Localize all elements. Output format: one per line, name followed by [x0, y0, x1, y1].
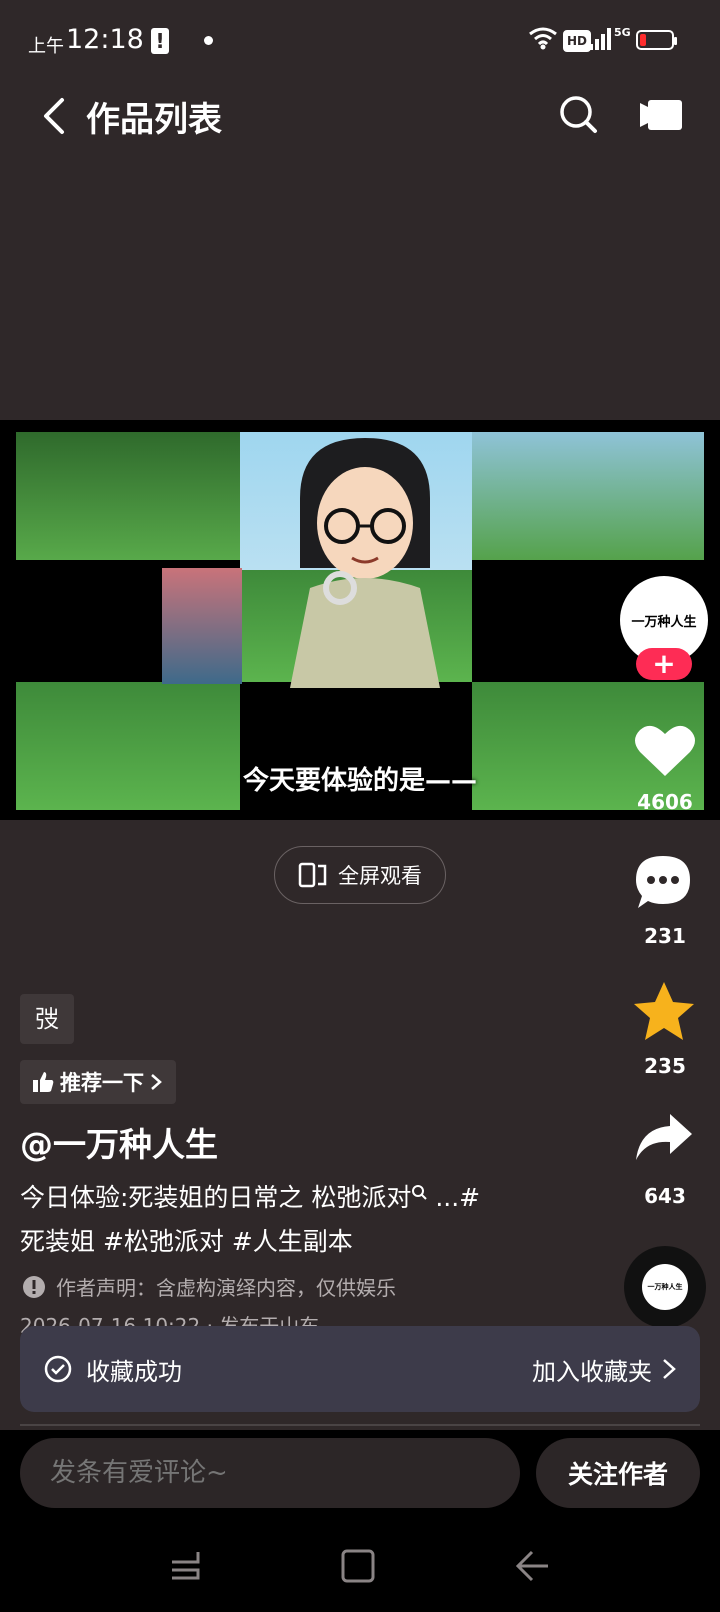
fullscreen-label: 全屏观看: [338, 864, 422, 888]
network-type: 5G: [614, 26, 631, 39]
chevron-right-icon: [663, 1359, 676, 1379]
search-icon[interactable]: [558, 94, 598, 134]
comment-count: 231: [644, 924, 686, 948]
music-disc-label: 一万种人生: [642, 1264, 688, 1310]
fullscreen-button[interactable]: 全屏观看: [274, 846, 446, 904]
video-subtitle: 今天要体验的是——: [242, 766, 477, 796]
info-icon: [23, 1275, 45, 1298]
desc-line1: 今日体验:死装姐的日常之 松弛派对: [20, 1183, 412, 1212]
toast-message: 收藏成功: [86, 1357, 182, 1386]
alert-icon: [151, 28, 169, 54]
favorite-count: 235: [644, 1054, 686, 1078]
music-disc[interactable]: 一万种人生: [624, 1246, 706, 1328]
camera-icon[interactable]: [640, 98, 684, 132]
comment-icon[interactable]: [634, 854, 692, 910]
add-to-folder-button[interactable]: 加入收藏夹: [532, 1352, 676, 1387]
back-icon[interactable]: [38, 96, 74, 136]
clock: 12:18: [66, 24, 144, 55]
hd-icon: HD: [563, 30, 592, 52]
favorite-star-icon[interactable]: [632, 980, 696, 1042]
share-icon[interactable]: [634, 1112, 694, 1162]
notification-dot-icon: [204, 36, 213, 45]
video-player[interactable]: 今天要体验的是——: [0, 420, 720, 820]
time-prefix: 上午: [28, 36, 64, 57]
check-circle-icon: [44, 1355, 72, 1383]
desc-line2[interactable]: 死装姐 #松弛派对 #人生副本: [20, 1220, 620, 1264]
like-count: 4606: [637, 790, 693, 814]
battery-icon: [636, 30, 677, 50]
like-heart-icon[interactable]: [634, 722, 696, 778]
author-name[interactable]: @一万种人生: [20, 1118, 218, 1166]
thumbs-up-icon: [33, 1072, 54, 1092]
favorite-toast: 收藏成功 加入收藏夹: [20, 1326, 700, 1412]
tag-chip[interactable]: 弢: [20, 994, 74, 1044]
back-nav-icon[interactable]: [514, 1548, 550, 1584]
recommend-button[interactable]: 推荐一下: [20, 1060, 176, 1104]
recommend-label: 推荐一下: [60, 1071, 144, 1095]
home-icon[interactable]: [340, 1548, 376, 1584]
status-bar: 上午 12:18 HD 5G: [0, 0, 720, 84]
divider: [20, 1424, 700, 1426]
page-title: 作品列表: [86, 100, 222, 140]
video-description: 今日体验:死装姐的日常之 松弛派对 ...# 死装姐 #松弛派对 #人生副本: [20, 1176, 620, 1264]
search-small-icon[interactable]: [411, 1184, 428, 1200]
follow-author-button[interactable]: 关注作者: [536, 1438, 700, 1508]
video-character: [290, 438, 440, 688]
author-declaration: 作者声明：含虚构演绎内容，仅供娱乐: [22, 1272, 396, 1301]
share-count: 643: [644, 1184, 686, 1208]
comment-input[interactable]: [20, 1438, 520, 1508]
add-to-folder-label: 加入收藏夹: [532, 1357, 652, 1386]
fullscreen-rotate-icon: [298, 862, 327, 888]
desc-more[interactable]: ...#: [427, 1183, 480, 1212]
signal-icon: [589, 28, 611, 50]
chevron-right-icon: [151, 1074, 162, 1090]
follow-plus-button[interactable]: +: [636, 648, 692, 680]
declaration-text: 作者声明：含虚构演绎内容，仅供娱乐: [56, 1276, 396, 1300]
recent-apps-icon[interactable]: [168, 1548, 204, 1584]
wifi-icon: [529, 27, 557, 50]
